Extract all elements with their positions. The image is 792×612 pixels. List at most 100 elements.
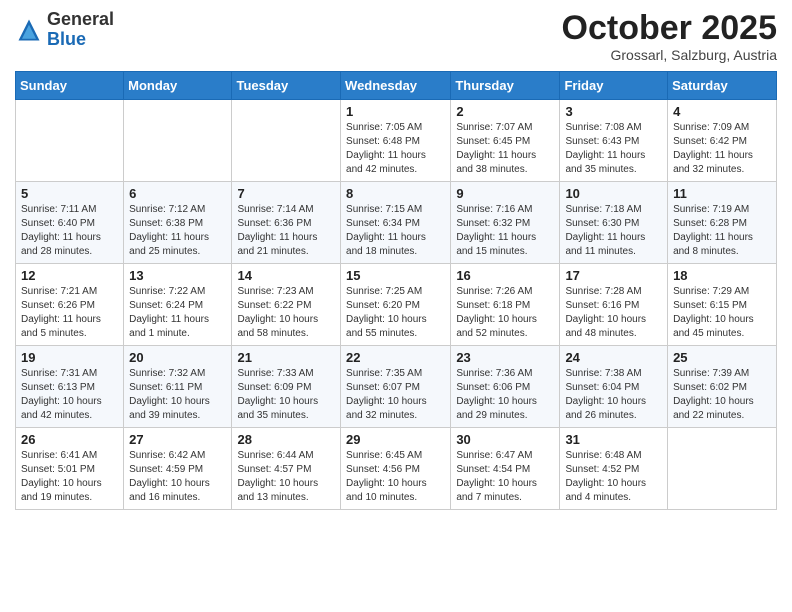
calendar-cell: 31Sunrise: 6:48 AM Sunset: 4:52 PM Dayli… (560, 428, 668, 510)
calendar-cell: 29 Sunrise: 6:45 AM Sunset: 4:56 PM Dayli… (341, 428, 451, 510)
calendar-week-row-0: 1 Sunrise: 7:05 AM Sunset: 6:48 PM Daylig… (16, 100, 777, 182)
day-number: 27 (129, 432, 226, 447)
header-sunday: Sunday (16, 72, 124, 100)
calendar-table: Sunday Monday Tuesday Wednesday Thursday… (15, 71, 777, 510)
calendar-cell: 10 Sunrise: 7:18 AM Sunset: 6:30 PM Dayli… (560, 182, 668, 264)
day-info: Sunrise: 7:39 AM Sunset: 6:02 PM Dayligh… (673, 367, 771, 423)
day-number: 9 (456, 186, 554, 201)
day-number: 19 (21, 350, 118, 365)
calendar-cell: 22 Sunrise: 7:35 AM Sunset: 6:07 PM Dayli… (341, 346, 451, 428)
day-info: Sunrise: 7:18 AM Sunset: 6:30 PM Dayligh… (565, 203, 662, 259)
day-number: 25 (673, 350, 771, 365)
day-number: 7 (237, 186, 335, 201)
day-number: 17 (565, 268, 662, 283)
day-number: 23 (456, 350, 554, 365)
header-tuesday: Tuesday (232, 72, 341, 100)
calendar-cell: 1 Sunrise: 7:05 AM Sunset: 6:48 PM Daylig… (341, 100, 451, 182)
day-info: Sunrise: 6:45 AM Sunset: 4:56 PM Dayligh… (346, 449, 445, 505)
logo: General Blue (15, 10, 114, 50)
day-number: 31 (565, 432, 662, 447)
day-info: Sunrise: 7:35 AM Sunset: 6:07 PM Dayligh… (346, 367, 445, 423)
day-number: 5 (21, 186, 118, 201)
calendar-cell: 7 Sunrise: 7:14 AM Sunset: 6:36 PM Daylig… (232, 182, 341, 264)
calendar-cell: 9 Sunrise: 7:16 AM Sunset: 6:32 PM Daylig… (451, 182, 560, 264)
day-number: 11 (673, 186, 771, 201)
day-number: 10 (565, 186, 662, 201)
day-number: 18 (673, 268, 771, 283)
day-info: Sunrise: 7:33 AM Sunset: 6:09 PM Dayligh… (237, 367, 335, 423)
day-number: 30 (456, 432, 554, 447)
day-number: 29 (346, 432, 445, 447)
calendar-cell: 16 Sunrise: 7:26 AM Sunset: 6:18 PM Dayli… (451, 264, 560, 346)
day-info: Sunrise: 7:08 AM Sunset: 6:43 PM Dayligh… (565, 121, 662, 177)
header: General Blue October 2025 Grossarl, Salz… (15, 10, 777, 63)
day-number: 6 (129, 186, 226, 201)
header-saturday: Saturday (668, 72, 777, 100)
header-wednesday: Wednesday (341, 72, 451, 100)
day-number: 14 (237, 268, 335, 283)
calendar-cell (232, 100, 341, 182)
calendar-cell: 28Sunrise: 6:44 AM Sunset: 4:57 PM Dayli… (232, 428, 341, 510)
day-number: 8 (346, 186, 445, 201)
day-info: Sunrise: 7:28 AM Sunset: 6:16 PM Dayligh… (565, 285, 662, 341)
calendar-cell: 3Sunrise: 7:08 AM Sunset: 6:43 PM Daylig… (560, 100, 668, 182)
day-number: 16 (456, 268, 554, 283)
day-info: Sunrise: 7:11 AM Sunset: 6:40 PM Dayligh… (21, 203, 118, 259)
calendar-cell: 21Sunrise: 7:33 AM Sunset: 6:09 PM Dayli… (232, 346, 341, 428)
day-info: Sunrise: 7:23 AM Sunset: 6:22 PM Dayligh… (237, 285, 335, 341)
calendar-cell: 6 Sunrise: 7:12 AM Sunset: 6:38 PM Daylig… (124, 182, 232, 264)
day-info: Sunrise: 7:32 AM Sunset: 6:11 PM Dayligh… (129, 367, 226, 423)
day-number: 24 (565, 350, 662, 365)
day-info: Sunrise: 7:31 AM Sunset: 6:13 PM Dayligh… (21, 367, 118, 423)
calendar-cell: 13 Sunrise: 7:22 AM Sunset: 6:24 PM Dayli… (124, 264, 232, 346)
day-info: Sunrise: 7:12 AM Sunset: 6:38 PM Dayligh… (129, 203, 226, 259)
header-thursday: Thursday (451, 72, 560, 100)
calendar-week-row-3: 19 Sunrise: 7:31 AM Sunset: 6:13 PM Dayli… (16, 346, 777, 428)
day-info: Sunrise: 6:44 AM Sunset: 4:57 PM Dayligh… (237, 449, 335, 505)
day-info: Sunrise: 7:36 AM Sunset: 6:06 PM Dayligh… (456, 367, 554, 423)
calendar-cell: 18 Sunrise: 7:29 AM Sunset: 6:15 PM Dayli… (668, 264, 777, 346)
day-info: Sunrise: 7:25 AM Sunset: 6:20 PM Dayligh… (346, 285, 445, 341)
logo-general: General (47, 9, 114, 29)
calendar-cell: 14 Sunrise: 7:23 AM Sunset: 6:22 PM Dayli… (232, 264, 341, 346)
day-info: Sunrise: 7:16 AM Sunset: 6:32 PM Dayligh… (456, 203, 554, 259)
day-info: Sunrise: 7:05 AM Sunset: 6:48 PM Dayligh… (346, 121, 445, 177)
day-info: Sunrise: 7:15 AM Sunset: 6:34 PM Dayligh… (346, 203, 445, 259)
day-number: 1 (346, 104, 445, 119)
page: General Blue October 2025 Grossarl, Salz… (0, 0, 792, 612)
calendar-cell: 5 Sunrise: 7:11 AM Sunset: 6:40 PM Daylig… (16, 182, 124, 264)
day-number: 2 (456, 104, 554, 119)
calendar-cell: 8 Sunrise: 7:15 AM Sunset: 6:34 PM Daylig… (341, 182, 451, 264)
calendar-week-row-4: 26Sunrise: 6:41 AM Sunset: 5:01 PM Dayli… (16, 428, 777, 510)
calendar-week-row-1: 5 Sunrise: 7:11 AM Sunset: 6:40 PM Daylig… (16, 182, 777, 264)
calendar-cell: 30 Sunrise: 6:47 AM Sunset: 4:54 PM Dayli… (451, 428, 560, 510)
title-block: October 2025 Grossarl, Salzburg, Austria (562, 10, 777, 63)
calendar-cell: 2Sunrise: 7:07 AM Sunset: 6:45 PM Daylig… (451, 100, 560, 182)
day-number: 12 (21, 268, 118, 283)
day-info: Sunrise: 7:38 AM Sunset: 6:04 PM Dayligh… (565, 367, 662, 423)
calendar-cell: 4Sunrise: 7:09 AM Sunset: 6:42 PM Daylig… (668, 100, 777, 182)
calendar-cell: 23 Sunrise: 7:36 AM Sunset: 6:06 PM Dayli… (451, 346, 560, 428)
calendar-cell: 15Sunrise: 7:25 AM Sunset: 6:20 PM Dayli… (341, 264, 451, 346)
calendar-cell: 17 Sunrise: 7:28 AM Sunset: 6:16 PM Dayli… (560, 264, 668, 346)
calendar-week-row-2: 12Sunrise: 7:21 AM Sunset: 6:26 PM Dayli… (16, 264, 777, 346)
day-info: Sunrise: 7:29 AM Sunset: 6:15 PM Dayligh… (673, 285, 771, 341)
day-info: Sunrise: 7:22 AM Sunset: 6:24 PM Dayligh… (129, 285, 226, 341)
day-info: Sunrise: 7:26 AM Sunset: 6:18 PM Dayligh… (456, 285, 554, 341)
logo-text: General Blue (47, 10, 114, 50)
calendar-cell (668, 428, 777, 510)
day-info: Sunrise: 7:14 AM Sunset: 6:36 PM Dayligh… (237, 203, 335, 259)
month-title: October 2025 (562, 10, 777, 47)
calendar-cell: 12Sunrise: 7:21 AM Sunset: 6:26 PM Dayli… (16, 264, 124, 346)
weekday-header-row: Sunday Monday Tuesday Wednesday Thursday… (16, 72, 777, 100)
calendar-cell: 19 Sunrise: 7:31 AM Sunset: 6:13 PM Dayli… (16, 346, 124, 428)
logo-icon (15, 16, 43, 44)
calendar-cell: 25 Sunrise: 7:39 AM Sunset: 6:02 PM Dayli… (668, 346, 777, 428)
day-info: Sunrise: 6:47 AM Sunset: 4:54 PM Dayligh… (456, 449, 554, 505)
day-number: 13 (129, 268, 226, 283)
day-number: 22 (346, 350, 445, 365)
logo-blue: Blue (47, 29, 86, 49)
day-info: Sunrise: 6:41 AM Sunset: 5:01 PM Dayligh… (21, 449, 118, 505)
calendar-cell (16, 100, 124, 182)
calendar-cell: 26Sunrise: 6:41 AM Sunset: 5:01 PM Dayli… (16, 428, 124, 510)
